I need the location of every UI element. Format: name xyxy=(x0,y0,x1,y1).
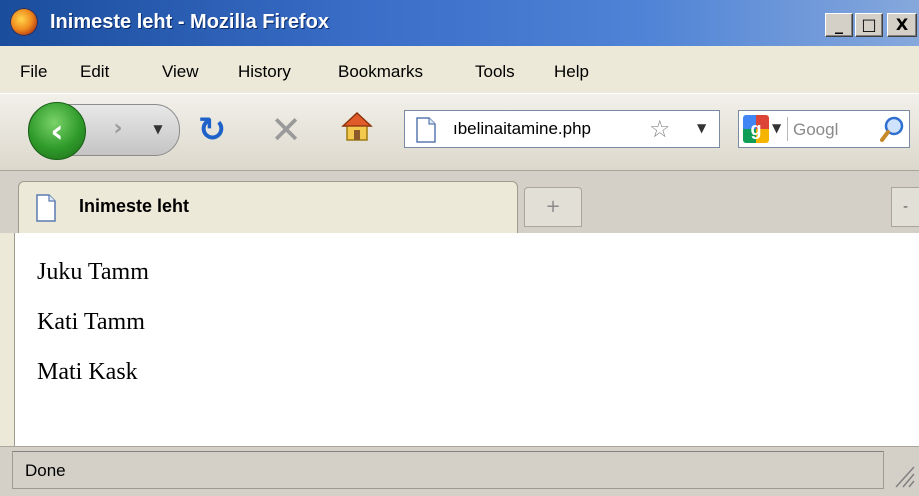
close-button[interactable]: X xyxy=(887,13,917,37)
google-logo-icon[interactable]: g xyxy=(743,115,769,143)
new-tab-button[interactable]: + xyxy=(524,187,582,227)
person-name: Kati Tamm xyxy=(37,309,145,335)
plus-icon: + xyxy=(545,196,561,217)
page-icon xyxy=(36,194,56,222)
title-bar[interactable]: Inimeste leht - Mozilla Firefox _ □ X xyxy=(0,0,919,46)
search-input[interactable]: Googl xyxy=(793,120,838,140)
stop-icon: ✕ xyxy=(270,108,302,152)
url-dropdown-icon[interactable]: ▼ xyxy=(697,121,706,135)
search-separator xyxy=(787,117,788,141)
menu-edit[interactable]: Edit xyxy=(80,62,109,82)
forward-arrow-icon: › xyxy=(113,116,123,141)
stop-button[interactable]: ✕ xyxy=(268,108,304,152)
status-panel: Done xyxy=(12,451,884,489)
menu-help[interactable]: Help xyxy=(554,62,589,82)
search-icon[interactable] xyxy=(879,115,907,143)
search-engine-dropdown-icon[interactable]: ▼ xyxy=(772,121,781,135)
status-bar: Done xyxy=(0,446,919,496)
url-text[interactable]: ıbelinaitamine.php xyxy=(453,119,591,139)
menu-tools[interactable]: Tools xyxy=(475,62,515,82)
back-button[interactable]: ‹ xyxy=(28,102,86,160)
reload-button[interactable]: ↻ xyxy=(195,110,229,150)
tab-bar: Inimeste leht + - xyxy=(0,170,919,233)
url-bar[interactable]: ıbelinaitamine.php ☆ ▼ xyxy=(404,110,720,148)
page-icon xyxy=(416,117,436,143)
home-button[interactable] xyxy=(340,110,374,146)
navigation-toolbar: ‹ › ▼ ↻ ✕ ıbelinaitamine.php ☆ ▼ g ▼ Goo… xyxy=(0,93,919,170)
menu-bookmarks[interactable]: Bookmarks xyxy=(338,62,423,82)
forward-button[interactable]: › xyxy=(103,116,133,142)
menu-view[interactable]: View xyxy=(162,62,199,82)
firefox-logo-icon xyxy=(10,8,38,36)
maximize-button[interactable]: □ xyxy=(855,13,883,37)
status-text: Done xyxy=(25,461,66,480)
history-dropdown-button[interactable]: ▼ xyxy=(150,122,166,138)
menu-bar: File Edit View History Bookmarks Tools H… xyxy=(0,52,919,92)
menu-history[interactable]: History xyxy=(238,62,291,82)
home-icon xyxy=(341,111,373,141)
back-arrow-icon: ‹ xyxy=(50,112,64,150)
person-name: Juku Tamm xyxy=(37,259,149,285)
tab-inimeste-leht[interactable]: Inimeste leht xyxy=(18,181,518,233)
window-title: Inimeste leht - Mozilla Firefox xyxy=(50,11,329,33)
tab-list-button[interactable]: - xyxy=(891,187,919,227)
menu-file[interactable]: File xyxy=(20,62,47,82)
browser-window: Inimeste leht - Mozilla Firefox _ □ X Fi… xyxy=(0,0,919,496)
resize-grip-icon[interactable] xyxy=(888,457,916,489)
page-content: Juku Tamm Kati Tamm Mati Kask xyxy=(14,233,919,446)
chevron-down-icon: - xyxy=(902,199,909,215)
minimize-button[interactable]: _ xyxy=(825,13,853,37)
bookmark-star-icon[interactable]: ☆ xyxy=(649,115,671,143)
search-bar[interactable]: g ▼ Googl xyxy=(738,110,910,148)
tab-label: Inimeste leht xyxy=(79,196,190,216)
person-name: Mati Kask xyxy=(37,359,138,385)
reload-icon: ↻ xyxy=(197,110,227,150)
